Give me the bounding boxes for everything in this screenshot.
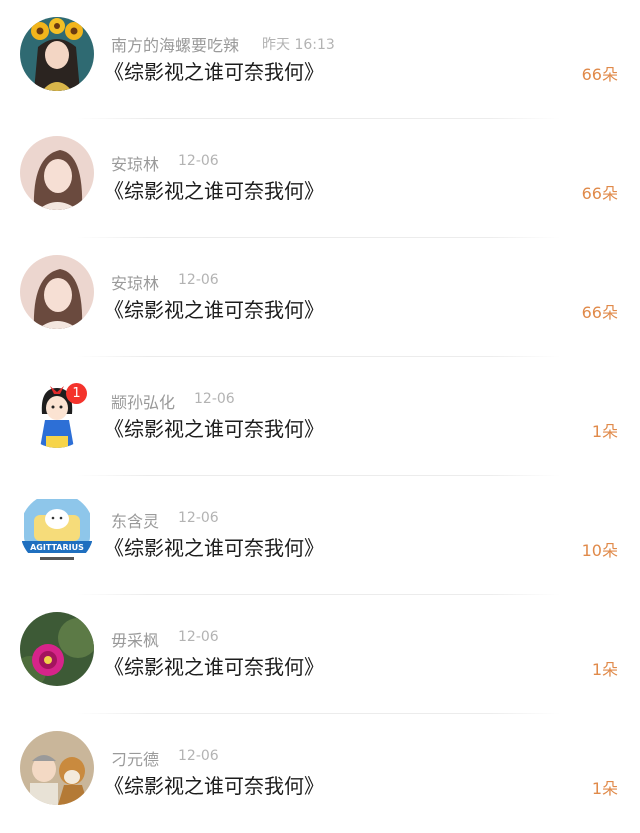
timestamp: 12-06 [178, 510, 219, 526]
avatar[interactable] [20, 255, 94, 329]
flower-count: 66朵 [581, 184, 618, 203]
girl-sunflower-avatar-icon [20, 17, 94, 91]
flower-count: 1朵 [591, 779, 618, 798]
avatar-label: AGITTARIUS [30, 543, 84, 552]
timestamp: 12-06 [178, 629, 219, 645]
book-title[interactable]: 《综影视之谁可奈我何》 [104, 175, 324, 204]
list-item[interactable]: 毋采枫 12-06 《综影视之谁可奈我何》 1朵 [0, 595, 640, 714]
timestamp: 12-06 [194, 391, 235, 407]
user-name[interactable]: 颛孙弘化 [111, 389, 175, 413]
book-title[interactable]: 《综影视之谁可奈我何》 [104, 413, 324, 442]
sagittarius-sticker-avatar-icon: AGITTARIUS [20, 493, 94, 567]
user-name[interactable]: 毋采枫 [111, 627, 159, 651]
list-item[interactable]: 安琼林 12-06 《综影视之谁可奈我何》 66朵 [0, 238, 640, 357]
avatar[interactable]: AGITTARIUS [20, 493, 94, 567]
list-item[interactable]: 南方的海螺要吃辣 昨天 16:13 《综影视之谁可奈我何》 66朵 [0, 0, 640, 119]
avatar[interactable] [20, 731, 94, 805]
timestamp: 12-06 [178, 272, 219, 288]
list-item[interactable]: 颛孙弘化 12-06 《综影视之谁可奈我何》 1朵 [0, 357, 640, 476]
book-title[interactable]: 《综影视之谁可奈我何》 [104, 56, 324, 85]
timestamp: 12-06 [178, 153, 219, 169]
book-title[interactable]: 《综影视之谁可奈我何》 [104, 532, 324, 561]
user-name[interactable]: 刁元德 [111, 746, 159, 770]
notification-badge: 1 [66, 383, 87, 404]
user-name[interactable]: 安琼林 [111, 151, 159, 175]
flower-count: 66朵 [581, 65, 618, 84]
timestamp: 12-06 [178, 748, 219, 764]
baby-and-dog-avatar-icon [20, 731, 94, 805]
cactus-flower-avatar-icon [20, 612, 94, 686]
flower-count: 10朵 [581, 541, 618, 560]
user-name[interactable]: 东含灵 [111, 508, 159, 532]
avatar[interactable] [20, 612, 94, 686]
user-name[interactable]: 南方的海螺要吃辣 [111, 32, 239, 56]
timestamp: 昨天 16:13 [262, 37, 335, 53]
book-title[interactable]: 《综影视之谁可奈我何》 [104, 294, 324, 323]
flower-count: 1朵 [591, 660, 618, 679]
list-item[interactable]: 刁元德 12-06 《综影视之谁可奈我何》 1朵 [0, 714, 640, 833]
woman-portrait-avatar-icon [20, 255, 94, 329]
book-title[interactable]: 《综影视之谁可奈我何》 [104, 651, 324, 680]
gift-record-list: 南方的海螺要吃辣 昨天 16:13 《综影视之谁可奈我何》 66朵 安琼林 12… [0, 0, 640, 833]
user-name[interactable]: 安琼林 [111, 270, 159, 294]
flower-count: 66朵 [581, 303, 618, 322]
list-item[interactable]: AGITTARIUS 东含灵 12-06 《综影视之谁可奈我何》 10朵 [0, 476, 640, 595]
book-title[interactable]: 《综影视之谁可奈我何》 [104, 770, 324, 799]
avatar[interactable] [20, 17, 94, 91]
list-item[interactable]: 安琼林 12-06 《综影视之谁可奈我何》 66朵 [0, 119, 640, 238]
flower-count: 1朵 [591, 422, 618, 441]
woman-portrait-avatar-icon [20, 136, 94, 210]
avatar[interactable] [20, 136, 94, 210]
